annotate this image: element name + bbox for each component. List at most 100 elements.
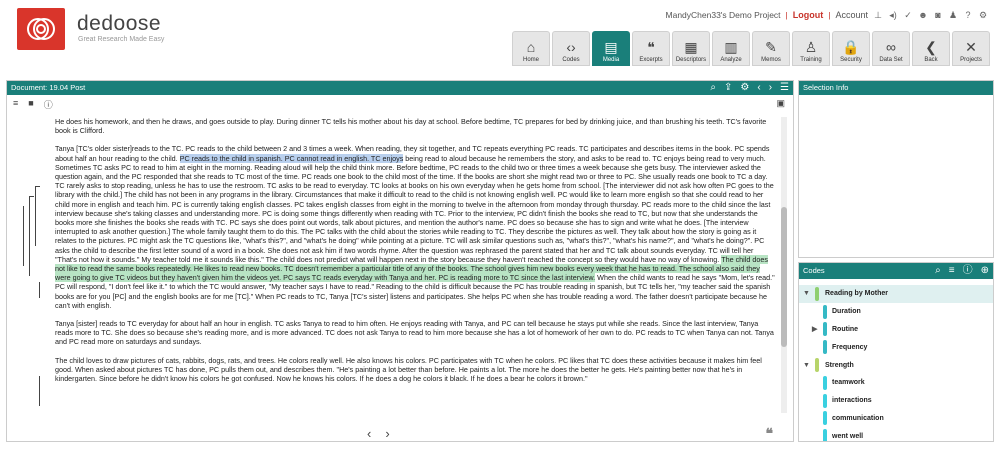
top-bar: MandyChen33's Demo Project | Logout | Ac… [666,9,988,21]
code-label: went well [832,432,864,440]
code-tree: ▼ Reading by Mother Duration ▶ Routine Freque… [799,285,993,441]
nav-training[interactable]: ♙ Training [792,31,830,66]
codes-panel: Codes ⌕ ≡ ⓘ ⊕ ▼ Reading by Mother Duration… [798,262,994,442]
nav-analyze[interactable]: ▥ Analyze [712,31,750,66]
volume-icon[interactable]: ◂) [888,10,898,21]
media-icon[interactable]: ▣ [776,98,785,109]
code-item[interactable]: went well [799,427,993,441]
code-item[interactable]: interactions [799,392,993,410]
nav-label: Memos [761,57,781,63]
next-icon[interactable]: › [769,81,772,95]
next-page-icon[interactable]: › [385,426,389,441]
excerpt-quote-icon[interactable]: ❝ [765,425,773,442]
upload-icon[interactable]: ⇪ [724,81,732,95]
dedoose-logo[interactable] [17,8,65,50]
nav-excerpts[interactable]: ❝ Excerpts [632,31,670,66]
help-icon[interactable]: ? [963,10,973,20]
info-icon[interactable]: ⓘ [963,263,973,279]
lock-icon[interactable]: ■ [28,98,33,111]
paragraph: The child loves to draw pictures of cats… [55,355,762,384]
nav-label: Excerpts [639,57,663,63]
filter-icon[interactable]: ≡ [949,263,955,279]
nav-codes[interactable]: ‹› Codes [552,31,590,66]
nav-descriptors[interactable]: ▦ Descriptors [672,31,710,66]
code-item[interactable]: Duration [799,303,993,321]
camera-icon[interactable]: ◙ [933,10,943,20]
collapse-icon[interactable]: ▼ [803,290,810,297]
selection-info-header: Selection Info [799,81,993,95]
collapse-icon[interactable]: ▼ [803,362,810,369]
pin-icon[interactable]: ⊥ [873,10,883,21]
quote-icon: ❝ [647,39,655,55]
nav-home[interactable]: ⌂ Home [512,31,550,66]
code-item[interactable]: ▼ Strength [799,356,993,374]
settings-icon[interactable]: ⚙ [978,10,988,21]
prev-page-icon[interactable]: ‹ [367,426,371,441]
nav-projects[interactable]: ✕ Projects [952,31,990,66]
binoculars-icon: ∞ [886,39,896,55]
excerpt-highlight[interactable]: The child does not like to read the same… [55,254,768,283]
expand-icon[interactable]: ▶ [812,325,817,333]
add-icon[interactable]: ⊕ [981,263,989,279]
document-text[interactable]: He does his homework, and then he draws,… [55,117,777,417]
code-label: Routine [832,325,859,333]
scroll-thumb[interactable] [781,207,787,347]
document-panel: Document: 19.04 Post ⌕ ⇪ ⚙ ‹ › ☰ ≡ ■ ⓘ ▣ [6,80,794,442]
code-label: Duration [832,308,861,316]
chart-icon: ▥ [724,39,738,55]
memo-icon: ✎ [765,39,777,55]
search-icon[interactable]: ⌕ [710,81,716,95]
document-toolbar: ≡ ■ ⓘ [13,98,53,111]
lock-icon: 🔒 [842,39,860,55]
prev-icon[interactable]: ‹ [757,81,760,95]
nav-memos[interactable]: ✎ Memos [752,31,790,66]
search-icon[interactable]: ⌕ [935,263,941,279]
list-icon[interactable]: ☰ [780,81,789,95]
separator: | [828,10,831,20]
codes-header: Codes ⌕ ≡ ⓘ ⊕ [799,263,993,279]
main-nav: ⌂ Home ‹› Codes ▤ Media ❝ Excerpts ▦ Descriptors ▥… [512,31,990,67]
document-title: Document: 19.04 Post [11,83,86,92]
gear-icon[interactable]: ⚙ [740,81,749,95]
project-name[interactable]: MandyChen33's Demo Project [666,10,781,20]
nav-media[interactable]: ▤ Media [592,31,630,66]
code-color-bar [815,358,819,373]
nav-label: Training [800,57,822,63]
code-color-bar [815,286,819,301]
code-item[interactable]: communication [799,410,993,428]
excerpt-brackets[interactable] [17,186,47,406]
info-icon[interactable]: ⓘ [44,98,53,111]
users-icon[interactable]: ☻ [918,10,928,20]
nav-label: Media [602,57,620,63]
code-item[interactable]: ▼ Reading by Mother [799,285,993,303]
filter-icon[interactable]: ≡ [13,98,18,111]
account-link[interactable]: Account [835,10,868,20]
code-label: Strength [825,361,854,369]
check-circle-icon[interactable]: ✓ [903,10,913,21]
codes-title: Codes [803,266,825,275]
document-scrollbar[interactable] [781,117,787,413]
nav-label: Data Set [879,57,903,63]
nav-back[interactable]: ❮ Back [912,31,950,66]
user-icon[interactable]: ♟ [948,10,958,21]
nav-label: Descriptors [675,57,707,63]
nav-label: Home [522,57,539,63]
nav-label: Codes [562,57,580,63]
nav-data-set[interactable]: ∞ Data Set [872,31,910,66]
code-item[interactable]: teamwork [799,374,993,392]
brand-tagline: Great Research Made Easy [78,36,165,43]
brand-name: dedoose [77,12,162,35]
code-item[interactable]: ▶ Routine [799,321,993,339]
nav-security[interactable]: 🔒 Security [832,31,870,66]
paragraph: Tanya [sister] reads to TC everyday for … [55,319,774,347]
logout-link[interactable]: Logout [793,10,824,20]
code-color-bar [823,304,827,319]
media-icon: ▤ [604,39,618,55]
code-color-bar [823,375,827,390]
nav-label: Back [924,57,938,63]
paragraph: Tanya [TC's older sister]reads to the TC… [55,144,775,310]
training-icon: ♙ [804,39,818,55]
code-label: teamwork [832,379,865,387]
excerpt-highlight[interactable]: PC reads to the child in spanish. PC can… [179,153,404,163]
code-item[interactable]: Frequency [799,338,993,356]
